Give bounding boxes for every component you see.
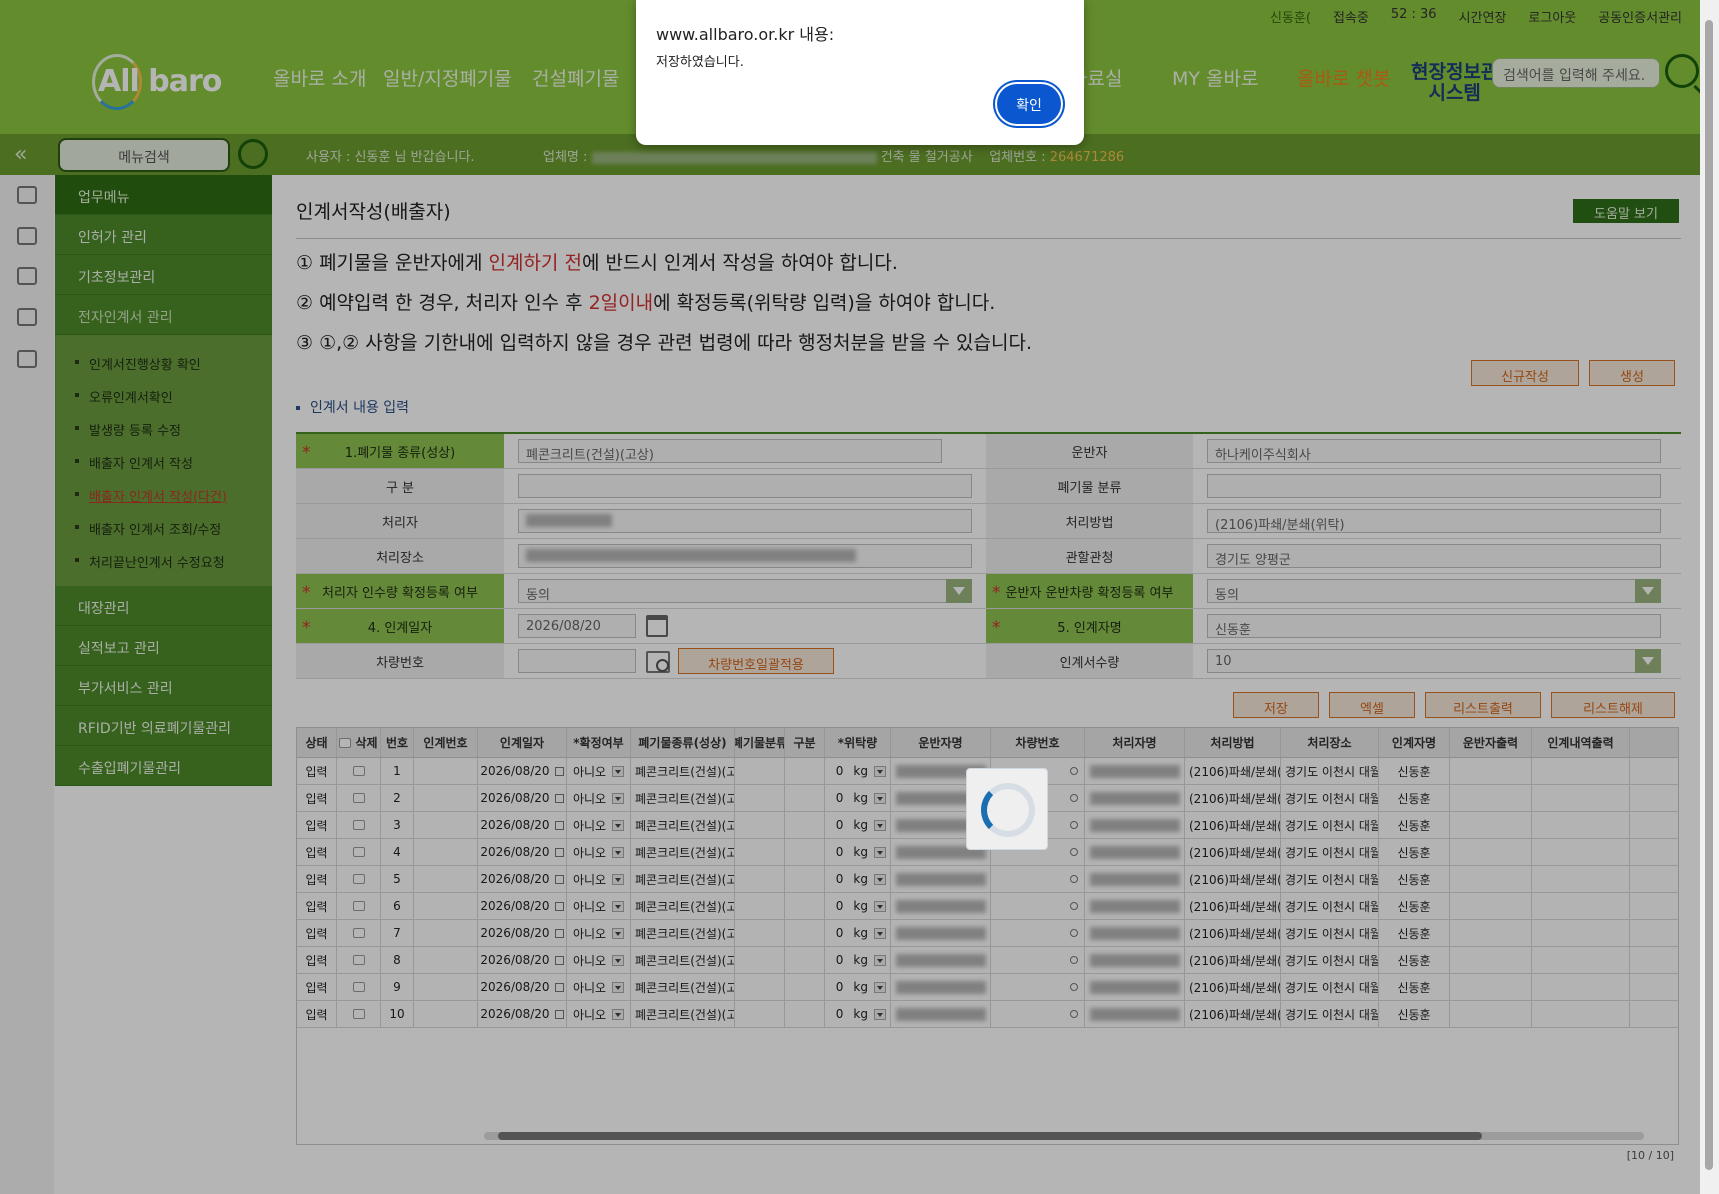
page-scroll-thumb[interactable] [1705, 20, 1713, 1170]
dialog-ok-button[interactable]: 확인 [997, 84, 1061, 124]
loading-spinner [966, 768, 1048, 850]
page-vertical-scrollbar[interactable] [1700, 0, 1719, 1194]
dialog-message: 저장하였습니다. [656, 55, 744, 70]
modal-overlay [0, 0, 1700, 1194]
spinner-ring-icon [981, 783, 1035, 837]
alert-dialog: www.allbaro.or.kr 내용: 저장하였습니다. 확인 [636, 0, 1084, 145]
dialog-origin: www.allbaro.or.kr 내용: [656, 25, 835, 44]
